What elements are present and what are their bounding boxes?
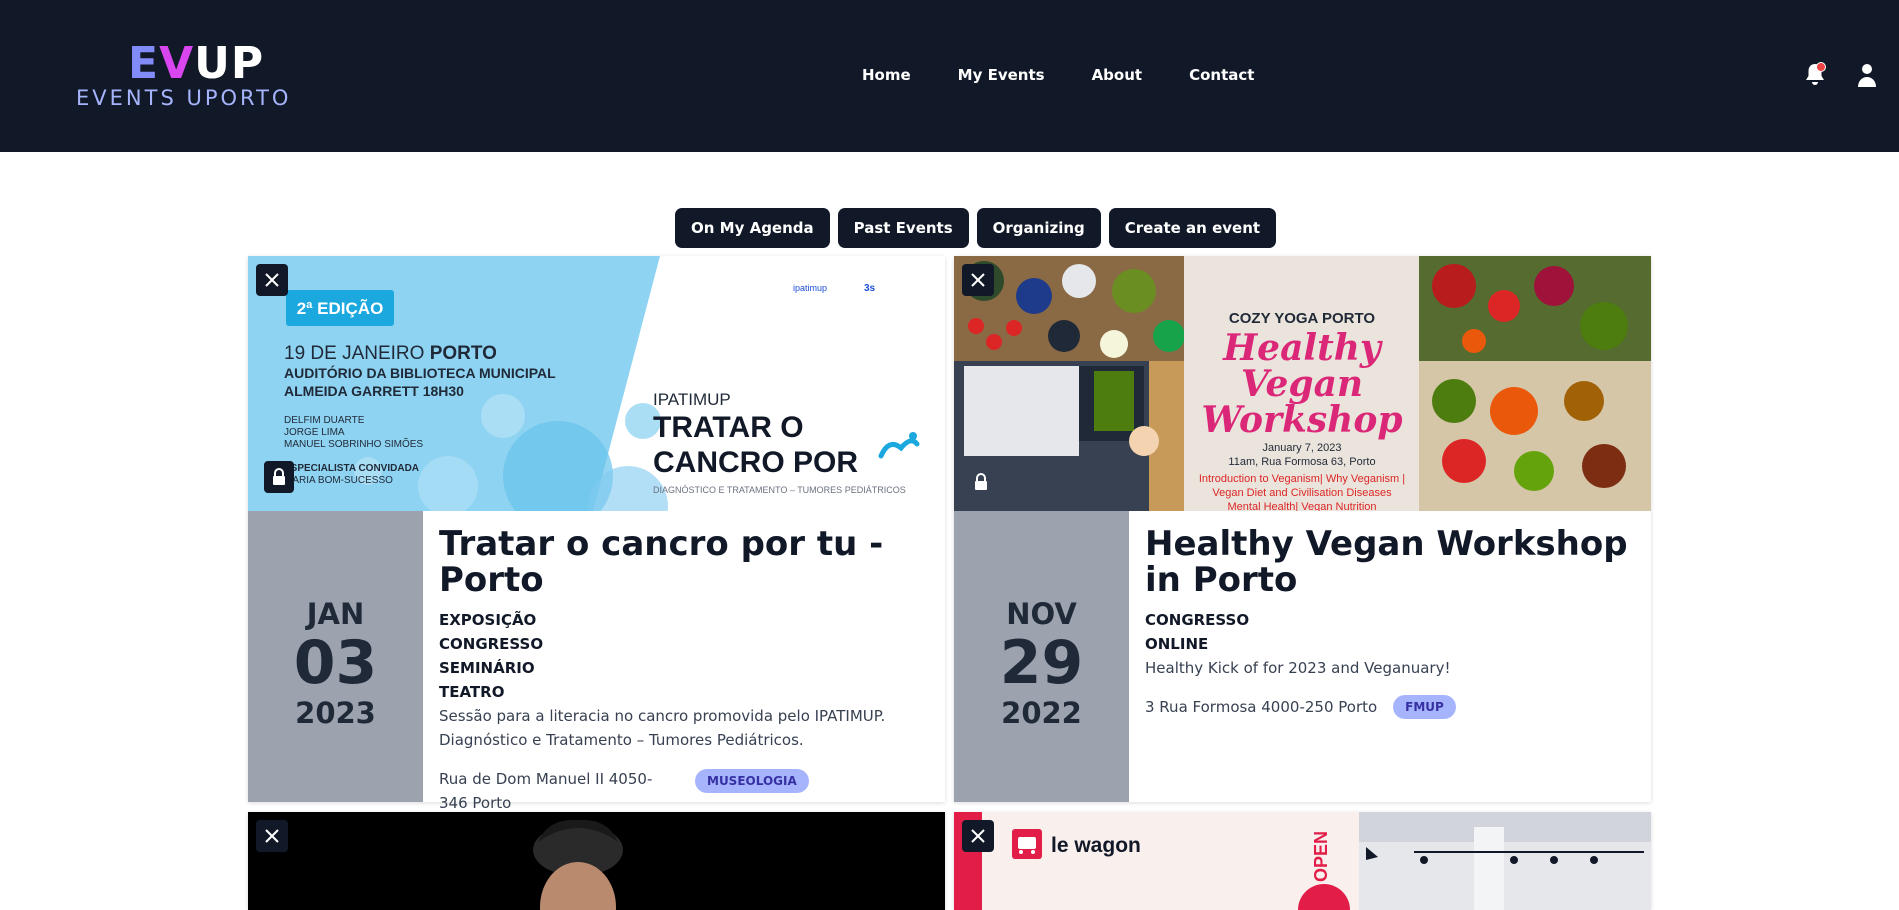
svg-text:MANUEL SOBRINHO SIMÕES: MANUEL SOBRINHO SIMÕES (284, 437, 423, 450)
event-category: EXPOSIÇÃO (439, 611, 537, 629)
lock-icon (273, 468, 285, 485)
svg-text:OPEN: OPEN (1311, 831, 1331, 882)
le-wagon-poster: le wagon OPEN (954, 812, 1651, 910)
svg-text:DIAGNÓSTICO E TRATAMENTO – TUM: DIAGNÓSTICO E TRATAMENTO – TUMORES PEDIÁ… (653, 485, 906, 495)
event-description: Sessão para a literacia no cancro promov… (439, 707, 886, 749)
person-portrait-image (248, 812, 945, 910)
svg-text:COZY YOGA PORTO: COZY YOGA PORTO (1229, 310, 1375, 327)
event-category: SEMINÁRIO (439, 659, 535, 677)
organization-tag[interactable]: MUSEOLOGIA (695, 769, 809, 793)
event-description: Healthy Kick of for 2023 and Veganuary! (1145, 659, 1451, 677)
close-icon (265, 273, 279, 287)
event-card[interactable] (248, 812, 945, 910)
svg-text:2ª EDIÇÃO: 2ª EDIÇÃO (297, 298, 384, 318)
svg-text:ipatimup: ipatimup (793, 283, 827, 293)
svg-text:Mental Health| Vegan Nutrition: Mental Health| Vegan Nutrition (1228, 501, 1377, 511)
event-year: 2023 (295, 696, 376, 730)
create-event-button[interactable]: Create an event (1108, 208, 1277, 248)
logo-subtitle: EVENTS UPORTO (76, 86, 292, 110)
close-icon (971, 273, 985, 287)
svg-text:ALMEIDA GARRETT 18H30: ALMEIDA GARRETT 18H30 (284, 383, 464, 399)
event-day: 03 (293, 628, 378, 698)
event-location: Rua de Dom Manuel II 4050-346 Porto (439, 770, 653, 812)
event-poster-image (248, 812, 945, 910)
event-location-row: Rua de Dom Manuel II 4050-346 Porto MUSE… (439, 767, 934, 815)
close-icon (971, 829, 985, 843)
event-details: Healthy Vegan Workshop in Porto CONGRESS… (1145, 511, 1640, 802)
nav-about-link[interactable]: About (1092, 66, 1143, 84)
event-poster-image: COZY YOGA PORTO Healthy Vegan Workshop J… (954, 256, 1651, 511)
svg-text:11am, Rua Formosa 63, Porto: 11am, Rua Formosa 63, Porto (1228, 456, 1375, 468)
svg-text:Workshop: Workshop (1201, 399, 1402, 441)
svg-text:MARIA BOM-SUCESSO: MARIA BOM-SUCESSO (284, 475, 393, 486)
remove-event-button[interactable] (256, 264, 288, 296)
event-date: NOV 29 2022 (954, 511, 1129, 802)
event-details: Tratar o cancro por tu - Porto EXPOSIÇÃO… (439, 511, 934, 812)
svg-text:IPATIMUP: IPATIMUP (653, 390, 731, 409)
svg-text:Introduction to Veganism| Why: Introduction to Veganism| Why Veganism | (1199, 473, 1405, 485)
svg-text:DELFIM DUARTE: DELFIM DUARTE (284, 415, 365, 426)
past-events-button[interactable]: Past Events (837, 208, 969, 248)
evup-logo[interactable]: EVUP EVENTS UPORTO (76, 38, 316, 111)
svg-text:AUDITÓRIO DA BIBLIOTECA MUNICI: AUDITÓRIO DA BIBLIOTECA MUNICIPAL (284, 364, 556, 381)
nav-my-events-link[interactable]: My Events (958, 66, 1045, 84)
vegan-workshop-poster: COZY YOGA PORTO Healthy Vegan Workshop J… (954, 256, 1651, 511)
event-title[interactable]: Healthy Vegan Workshop in Porto (1145, 526, 1640, 598)
nav-contact-link[interactable]: Contact (1189, 66, 1254, 84)
svg-text:19 DE JANEIRO PORTO: 19 DE JANEIRO PORTO (284, 343, 497, 364)
private-lock-badge (966, 466, 996, 498)
event-month: NOV (1006, 597, 1077, 631)
tratar-cancro-poster: 2ª EDIÇÃO 19 DE JANEIRO PORTO AUDITÓRIO … (248, 256, 945, 511)
event-location: 3 Rua Formosa 4000-250 Porto (1145, 698, 1378, 716)
event-year: 2022 (1001, 696, 1082, 730)
organizing-button[interactable]: Organizing (976, 208, 1101, 248)
event-poster-image: 2ª EDIÇÃO 19 DE JANEIRO PORTO AUDITÓRIO … (248, 256, 945, 511)
user-profile-icon[interactable] (1855, 62, 1879, 88)
main-nav: Home My Events About Contact (862, 66, 1254, 84)
svg-text:Vegan Diet and Civilisation Di: Vegan Diet and Civilisation Diseases (1212, 487, 1392, 499)
event-day: 29 (999, 628, 1084, 698)
notification-dot (1816, 62, 1826, 72)
event-category: CONGRESSO (1145, 611, 1250, 629)
svg-text:le wagon: le wagon (1051, 834, 1141, 857)
remove-event-button[interactable] (962, 820, 994, 852)
event-tabs: On My Agenda Past Events Organizing Crea… (675, 208, 1277, 248)
svg-text:TRATAR O: TRATAR O (653, 411, 804, 444)
event-category: CONGRESSO (439, 635, 544, 653)
nav-home-link[interactable]: Home (862, 66, 911, 84)
remove-event-button[interactable] (962, 264, 994, 296)
event-card[interactable]: le wagon OPEN (954, 812, 1651, 910)
event-location-row: 3 Rua Formosa 4000-250 Porto FMUP (1145, 695, 1640, 719)
svg-text:JORGE LIMA: JORGE LIMA (284, 427, 345, 438)
svg-text:ESPECIALISTA CONVIDADA: ESPECIALISTA CONVIDADA (284, 463, 419, 474)
lock-icon (975, 473, 987, 490)
event-category: ONLINE (1145, 635, 1209, 653)
event-poster-image: le wagon OPEN (954, 812, 1651, 910)
on-my-agenda-button[interactable]: On My Agenda (675, 208, 830, 248)
close-icon (265, 829, 279, 843)
event-card[interactable]: COZY YOGA PORTO Healthy Vegan Workshop J… (954, 256, 1651, 802)
svg-text:CANCRO POR: CANCRO POR (653, 446, 858, 479)
event-category: TEATRO (439, 683, 505, 701)
remove-event-button[interactable] (256, 820, 288, 852)
event-month: JAN (306, 597, 365, 631)
navbar: EVUP EVENTS UPORTO Home My Events About … (0, 0, 1899, 152)
event-date: JAN 03 2023 (248, 511, 423, 802)
svg-text:January 7, 2023: January 7, 2023 (1263, 442, 1342, 454)
private-lock-badge (264, 461, 294, 493)
event-card[interactable]: 2ª EDIÇÃO 19 DE JANEIRO PORTO AUDITÓRIO … (248, 256, 945, 812)
organization-tag[interactable]: FMUP (1393, 695, 1456, 719)
logo-wordmark: EVUP (128, 38, 265, 89)
event-title[interactable]: Tratar o cancro por tu - Porto (439, 526, 934, 598)
svg-text:3s: 3s (864, 283, 876, 294)
